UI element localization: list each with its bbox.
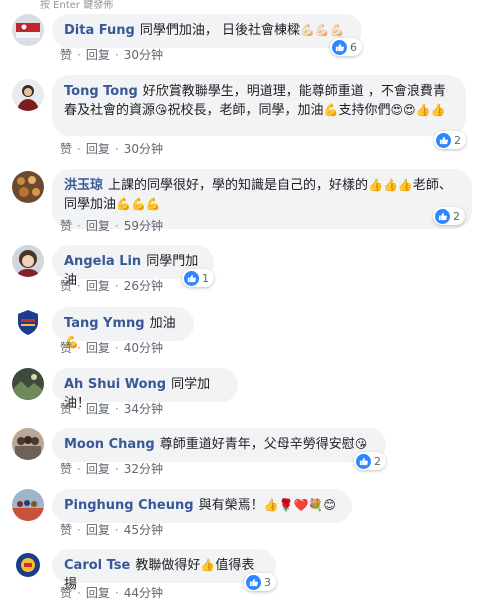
- comment-bubble: Tang Ymng 加油💪: [52, 307, 194, 349]
- comment-timestamp[interactable]: 26分钟: [124, 279, 163, 293]
- comment-bubble: Tong Tong 好欣賞教聯學生，明道理，能尊師重道 ，不會浪費青春及社會的資源…: [52, 75, 466, 136]
- food-avatar-icon[interactable]: [12, 171, 44, 203]
- comment-author[interactable]: Moon Chang: [64, 437, 155, 452]
- like-link[interactable]: 赞: [60, 279, 72, 293]
- comment-author[interactable]: Pinghung Cheung: [64, 498, 194, 513]
- comment-timestamp[interactable]: 59分钟: [124, 219, 163, 233]
- reaction-count[interactable]: 6: [330, 38, 362, 56]
- comment-bubble: Pinghung Cheung 與有榮焉！👍🌹❤️💐😊: [52, 489, 352, 523]
- portrait-avatar-icon[interactable]: [12, 79, 44, 111]
- thumbs-up-icon: [435, 208, 450, 224]
- comment-text: 教聯做得好: [135, 558, 201, 573]
- reaction-count[interactable]: 2: [433, 207, 465, 225]
- comment-text: 同學們加油， 日後社會棟樑: [139, 23, 300, 38]
- comment-actions: 赞 · 回复 · 44分钟: [60, 586, 163, 600]
- emoji-text: 💪💪💪: [116, 197, 161, 211]
- reply-link[interactable]: 回复: [86, 48, 110, 62]
- comment-actions: 赞 · 回复 · 59分钟: [60, 219, 163, 233]
- crest-avatar-icon[interactable]: [12, 307, 44, 339]
- reply-link[interactable]: 回复: [86, 219, 110, 233]
- reaction-number: 3: [264, 575, 271, 589]
- reply-link[interactable]: 回复: [86, 523, 110, 537]
- reply-link[interactable]: 回复: [86, 341, 110, 355]
- comment-author[interactable]: Tang Ymng: [64, 316, 145, 331]
- reply-link[interactable]: 回复: [86, 586, 110, 600]
- comment-author[interactable]: Angela Lin: [64, 254, 141, 269]
- comment-bubble: Moon Chang 尊師重道好青年，父母辛勞得安慰😘: [52, 428, 386, 462]
- comment-timestamp[interactable]: 34分钟: [124, 402, 163, 416]
- reaction-count[interactable]: 1: [182, 269, 214, 287]
- reply-link[interactable]: 回复: [86, 462, 110, 476]
- like-link[interactable]: 赞: [60, 219, 72, 233]
- thumbs-up-icon: [246, 574, 261, 590]
- comment-actions: 赞 · 回复 · 34分钟: [60, 402, 163, 416]
- comment-timestamp[interactable]: 45分钟: [124, 523, 163, 537]
- comment-text: 支持你們: [338, 103, 391, 118]
- thumbs-up-icon: [436, 132, 451, 148]
- comment-text: 與有榮焉！: [198, 498, 264, 513]
- comment-bubble: Dita Fung 同學們加油， 日後社會棟樑💪🏻💪🏻💪🏻: [52, 14, 362, 48]
- comment-text: 尊師重道好青年，父母辛勞得安慰: [159, 437, 355, 452]
- comment-timestamp[interactable]: 32分钟: [124, 462, 163, 476]
- emoji-text: 👍🌹❤️💐😊: [263, 498, 336, 512]
- emoji-text: 💪🏻💪🏻💪🏻: [299, 23, 345, 37]
- comment-text: 祝校長，老師，同學，加油: [167, 103, 324, 118]
- reaction-count[interactable]: 2: [434, 131, 466, 149]
- comment-bubble: Carol Tse 教聯做得好👍值得表揚: [52, 549, 276, 592]
- landscape-avatar-icon[interactable]: [12, 368, 44, 400]
- comment-author[interactable]: Ah Shui Wong: [64, 377, 166, 392]
- badge-avatar-icon[interactable]: [12, 549, 44, 581]
- comment-text: 加油: [149, 316, 176, 331]
- comment-actions: 赞 · 回复 · 30分钟: [60, 142, 163, 156]
- comment-timestamp[interactable]: 40分钟: [124, 341, 163, 355]
- emoji-text: 😍😍👍👍: [390, 103, 446, 117]
- like-link[interactable]: 赞: [60, 462, 72, 476]
- face-avatar-icon[interactable]: [12, 245, 44, 277]
- like-link[interactable]: 赞: [60, 523, 72, 537]
- reply-link[interactable]: 回复: [86, 402, 110, 416]
- comment-text: 上課的同學很好，學的知識是自己的，好樣的: [108, 178, 369, 193]
- comment-timestamp[interactable]: 30分钟: [124, 48, 163, 62]
- reaction-number: 2: [454, 133, 461, 147]
- crowd-avatar-icon[interactable]: [12, 489, 44, 521]
- comment-author[interactable]: Carol Tse: [64, 558, 130, 573]
- like-link[interactable]: 赞: [60, 586, 72, 600]
- post-hint: 按 Enter 鍵發佈: [40, 0, 114, 11]
- reply-link[interactable]: 回复: [86, 142, 110, 156]
- comment-author[interactable]: Tong Tong: [64, 84, 138, 99]
- thumbs-up-icon: [332, 39, 347, 55]
- comment-author[interactable]: 洪玉琼: [64, 178, 103, 193]
- reaction-number: 2: [453, 209, 460, 223]
- comment-bubble: Ah Shui Wong 同学加油！: [52, 368, 238, 411]
- comment-actions: 赞 · 回复 · 26分钟: [60, 279, 163, 293]
- reaction-count[interactable]: 2: [354, 452, 386, 470]
- reaction-count[interactable]: 3: [244, 573, 276, 591]
- group-avatar-icon[interactable]: [12, 428, 44, 460]
- reaction-number: 2: [374, 454, 381, 468]
- like-link[interactable]: 赞: [60, 142, 72, 156]
- flag-avatar-icon[interactable]: [12, 14, 44, 46]
- emoji-text: 👍👍👍: [368, 178, 413, 192]
- comment-timestamp[interactable]: 30分钟: [124, 142, 163, 156]
- comment-author[interactable]: Dita Fung: [64, 23, 135, 38]
- comment-actions: 赞 · 回复 · 30分钟: [60, 48, 163, 62]
- emoji-text: 😘: [155, 103, 168, 117]
- comment-actions: 赞 · 回复 · 45分钟: [60, 523, 163, 537]
- reaction-number: 6: [350, 40, 357, 54]
- comment-actions: 赞 · 回复 · 32分钟: [60, 462, 163, 476]
- thumbs-up-icon: [184, 270, 199, 286]
- emoji-text: 😘: [354, 437, 368, 451]
- emoji-text: 👍: [200, 558, 216, 572]
- comment-actions: 赞 · 回复 · 40分钟: [60, 341, 163, 355]
- like-link[interactable]: 赞: [60, 48, 72, 62]
- reaction-number: 1: [202, 271, 209, 285]
- like-link[interactable]: 赞: [60, 341, 72, 355]
- like-link[interactable]: 赞: [60, 402, 72, 416]
- comment-timestamp[interactable]: 44分钟: [124, 586, 163, 600]
- emoji-text: 💪: [323, 103, 339, 117]
- reply-link[interactable]: 回复: [86, 279, 110, 293]
- thumbs-up-icon: [356, 453, 371, 469]
